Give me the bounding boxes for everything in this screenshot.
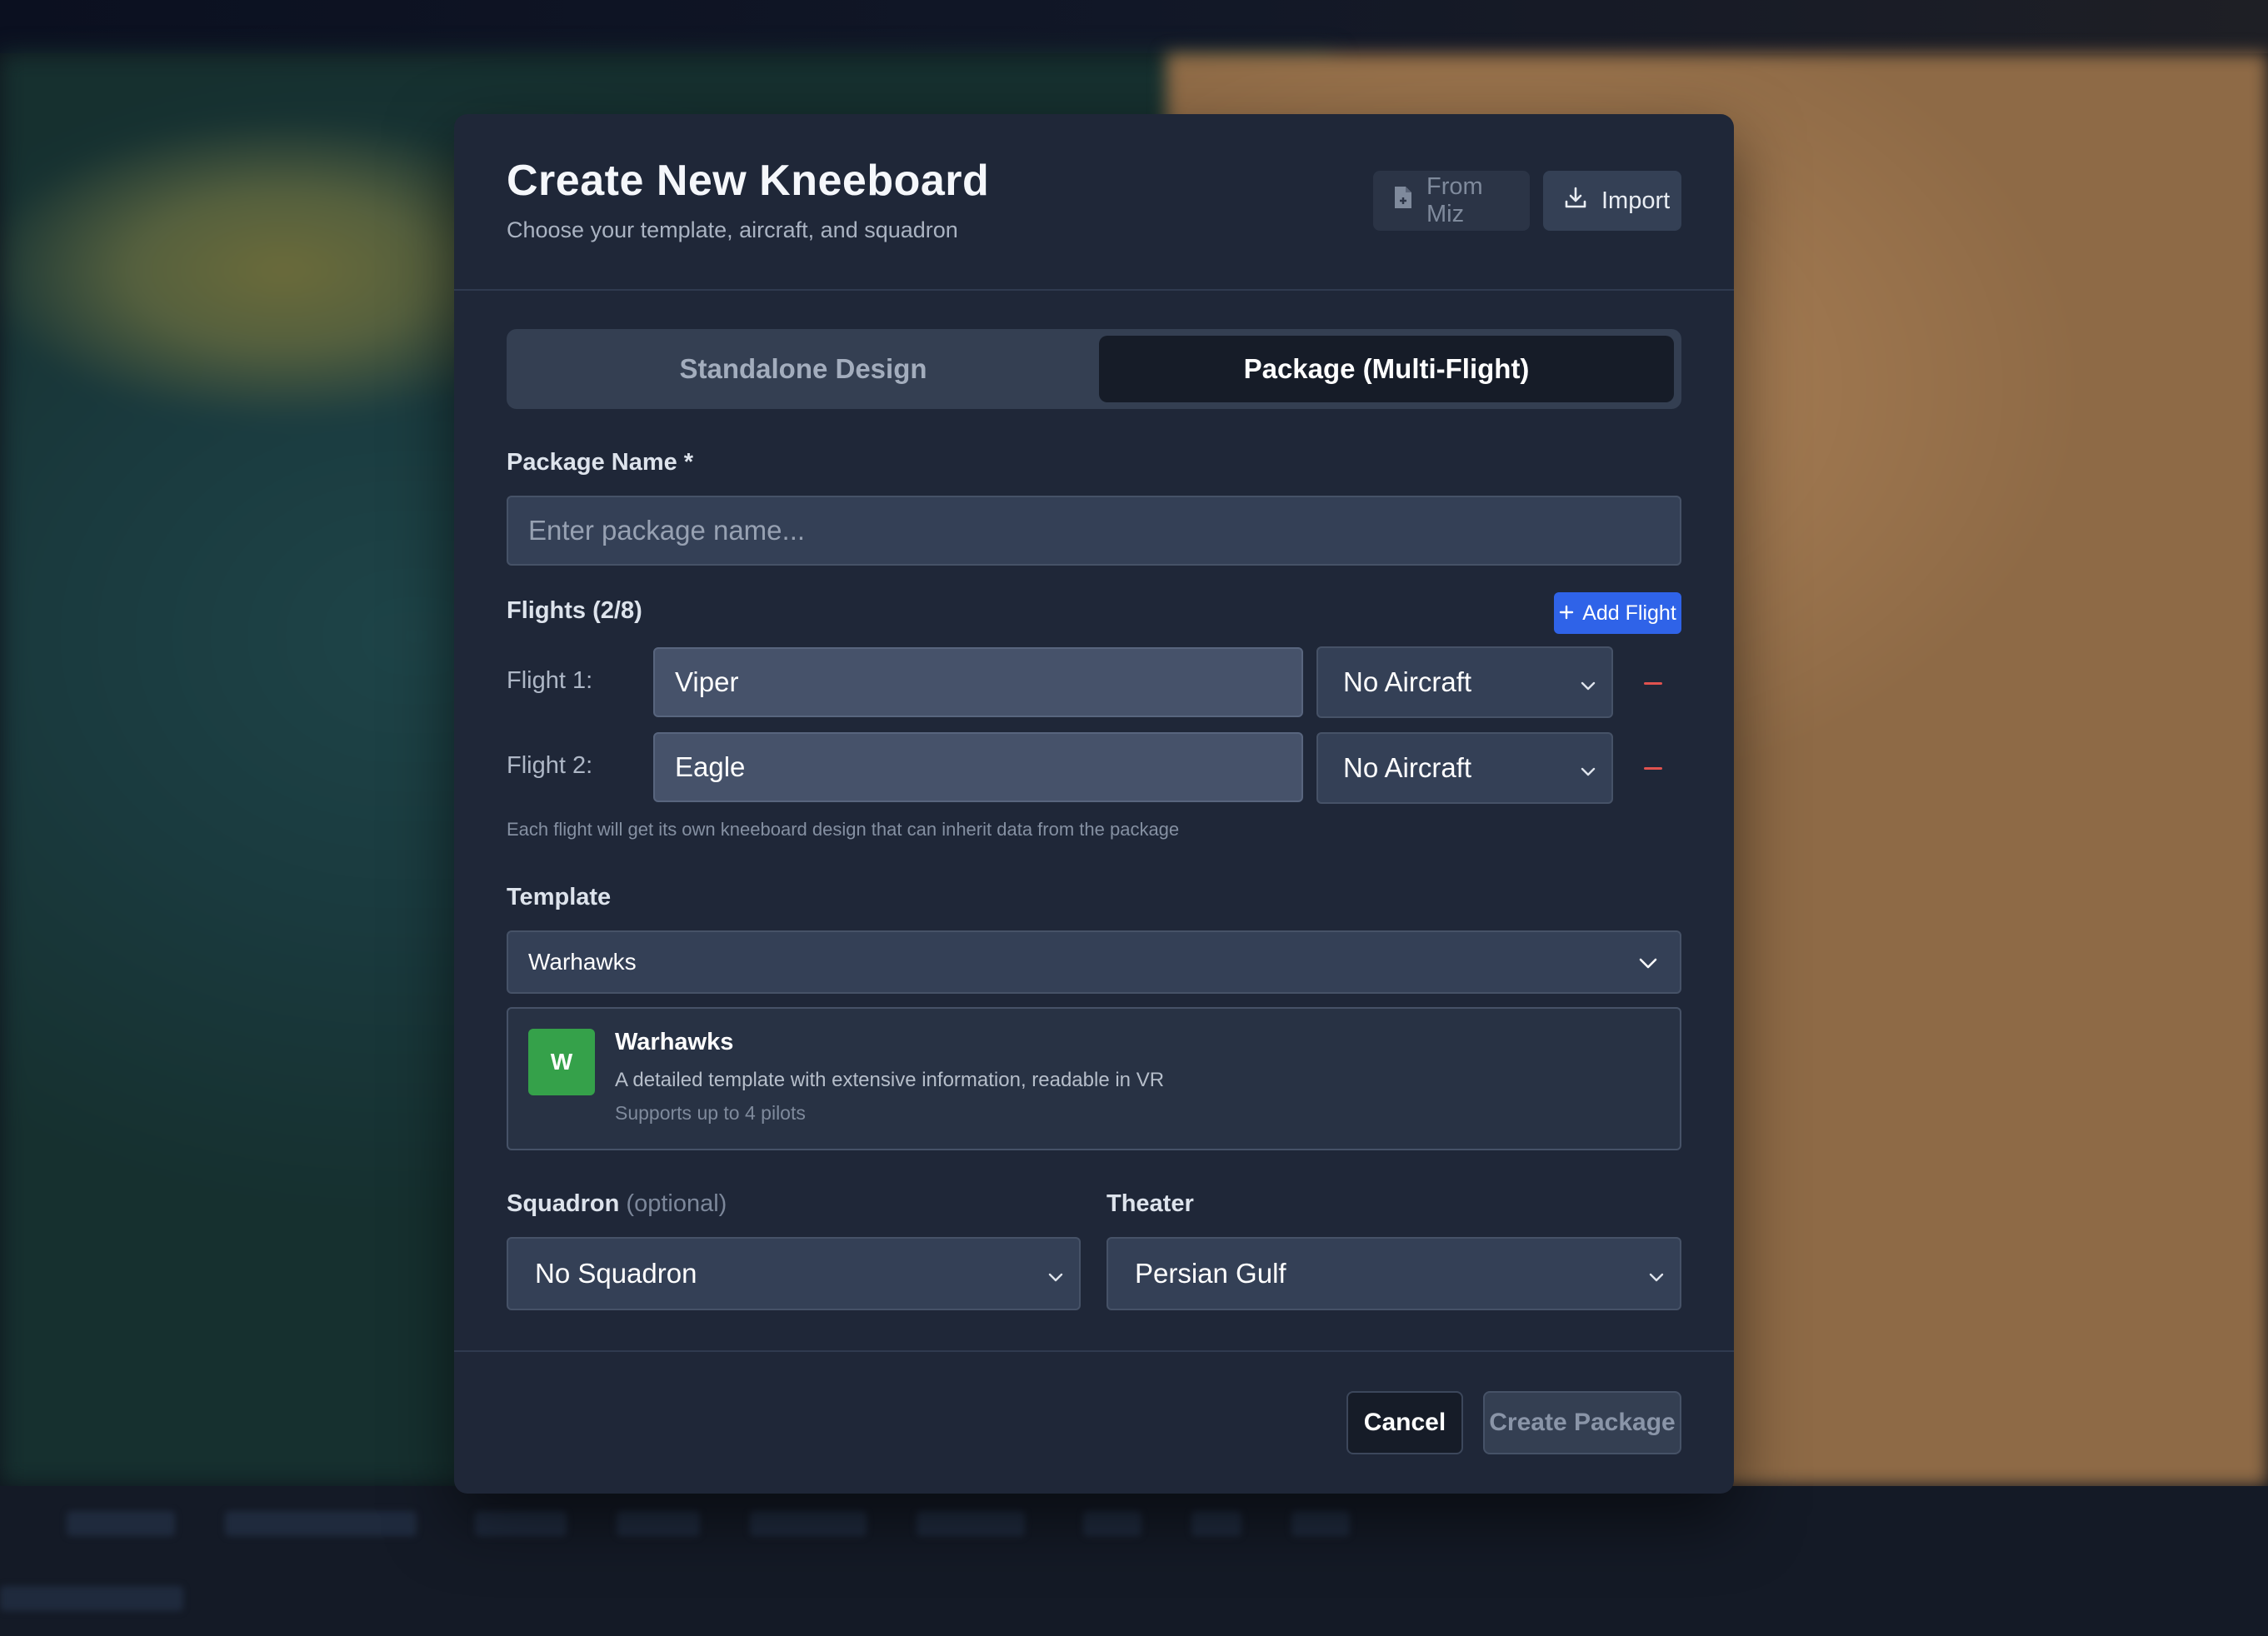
top-bar xyxy=(0,0,2268,53)
squadron-optional-text: (optional) xyxy=(626,1190,727,1217)
plus-icon xyxy=(1559,601,1574,626)
flight-1-aircraft-select[interactable]: No Aircraft xyxy=(1316,646,1613,718)
flights-header: Flights (2/8) xyxy=(507,597,642,624)
remove-flight-2-button[interactable] xyxy=(1641,755,1666,780)
toolbar-blur-item xyxy=(917,1511,1025,1536)
chevron-down-icon xyxy=(1648,1258,1665,1289)
mode-tabs: Standalone Design Package (Multi-Flight) xyxy=(507,329,1681,409)
toolbar-blur-item xyxy=(617,1511,700,1536)
squadron-select-value: No Squadron xyxy=(535,1258,697,1289)
add-flight-button[interactable]: Add Flight xyxy=(1554,592,1681,634)
dialog-subtitle: Choose your template, aircraft, and squa… xyxy=(507,217,958,242)
toolbar-blur-item xyxy=(1083,1511,1141,1536)
squadron-label-text: Squadron xyxy=(507,1190,620,1217)
package-name-input[interactable] xyxy=(507,496,1681,566)
add-flight-label: Add Flight xyxy=(1582,601,1676,625)
import-label: Import xyxy=(1601,187,1671,214)
template-select[interactable]: Warhawks xyxy=(507,930,1681,994)
download-icon xyxy=(1563,185,1588,217)
minus-icon xyxy=(1644,675,1662,690)
flight-1-name-input[interactable] xyxy=(653,647,1303,717)
chevron-down-icon xyxy=(1638,949,1658,975)
dialog-title: Create New Kneeboard xyxy=(507,157,990,205)
toolbar-blur-item xyxy=(475,1511,567,1536)
bottom-toolbar xyxy=(0,1486,2268,1636)
dialog-header: Create New Kneeboard Choose your templat… xyxy=(454,114,1734,291)
package-name-label: Package Name * xyxy=(507,449,694,476)
template-select-value: Warhawks xyxy=(528,949,637,975)
template-card-name: Warhawks xyxy=(615,1029,734,1055)
template-card-description: A detailed template with extensive infor… xyxy=(615,1069,1165,1091)
flight-2-aircraft-select[interactable]: No Aircraft xyxy=(1316,732,1613,804)
toolbar-blur-item xyxy=(1191,1511,1241,1536)
template-card-pilots: Supports up to 4 pilots xyxy=(615,1102,806,1124)
toolbar-blur-item xyxy=(1291,1511,1350,1536)
chevron-down-icon xyxy=(1580,666,1596,698)
chevron-down-icon xyxy=(1580,752,1596,784)
flights-hint: Each flight will get its own kneeboard d… xyxy=(507,819,1180,840)
remove-flight-1-button[interactable] xyxy=(1641,670,1666,695)
cancel-button[interactable]: Cancel xyxy=(1346,1391,1463,1454)
create-kneeboard-dialog: Create New Kneeboard Choose your templat… xyxy=(454,114,1734,1494)
flight-2-aircraft-value: No Aircraft xyxy=(1343,752,1472,783)
tab-package-multi-flight[interactable]: Package (Multi-Flight) xyxy=(1099,336,1674,402)
squadron-select[interactable]: No Squadron xyxy=(507,1237,1081,1310)
minus-icon xyxy=(1644,760,1662,775)
squadron-label: Squadron (optional) xyxy=(507,1190,727,1218)
from-miz-label: From Miz xyxy=(1426,173,1483,227)
flight-1-aircraft-value: No Aircraft xyxy=(1343,666,1472,697)
import-button[interactable]: Import xyxy=(1543,171,1681,231)
toolbar-blur-item xyxy=(225,1511,417,1536)
chevron-down-icon xyxy=(1047,1258,1064,1289)
flight-2-label: Flight 2: xyxy=(507,752,593,779)
template-preview-card: W Warhawks A detailed template with exte… xyxy=(507,1007,1681,1150)
flight-2-name-input[interactable] xyxy=(653,732,1303,802)
tab-standalone-design[interactable]: Standalone Design xyxy=(513,336,1093,402)
template-badge: W xyxy=(528,1029,595,1095)
create-package-button[interactable]: Create Package xyxy=(1483,1391,1681,1454)
toolbar-blur-item xyxy=(750,1511,867,1536)
toolbar-blur-item xyxy=(0,1586,183,1611)
toolbar-blur-item xyxy=(67,1511,175,1536)
template-label: Template xyxy=(507,884,612,910)
theater-select[interactable]: Persian Gulf xyxy=(1107,1237,1681,1310)
theater-label: Theater xyxy=(1107,1190,1194,1217)
flight-1-label: Flight 1: xyxy=(507,667,593,694)
from-miz-button[interactable]: From Miz xyxy=(1373,171,1530,231)
footer-divider xyxy=(454,1350,1734,1352)
file-icon xyxy=(1393,185,1413,217)
theater-select-value: Persian Gulf xyxy=(1135,1258,1286,1289)
